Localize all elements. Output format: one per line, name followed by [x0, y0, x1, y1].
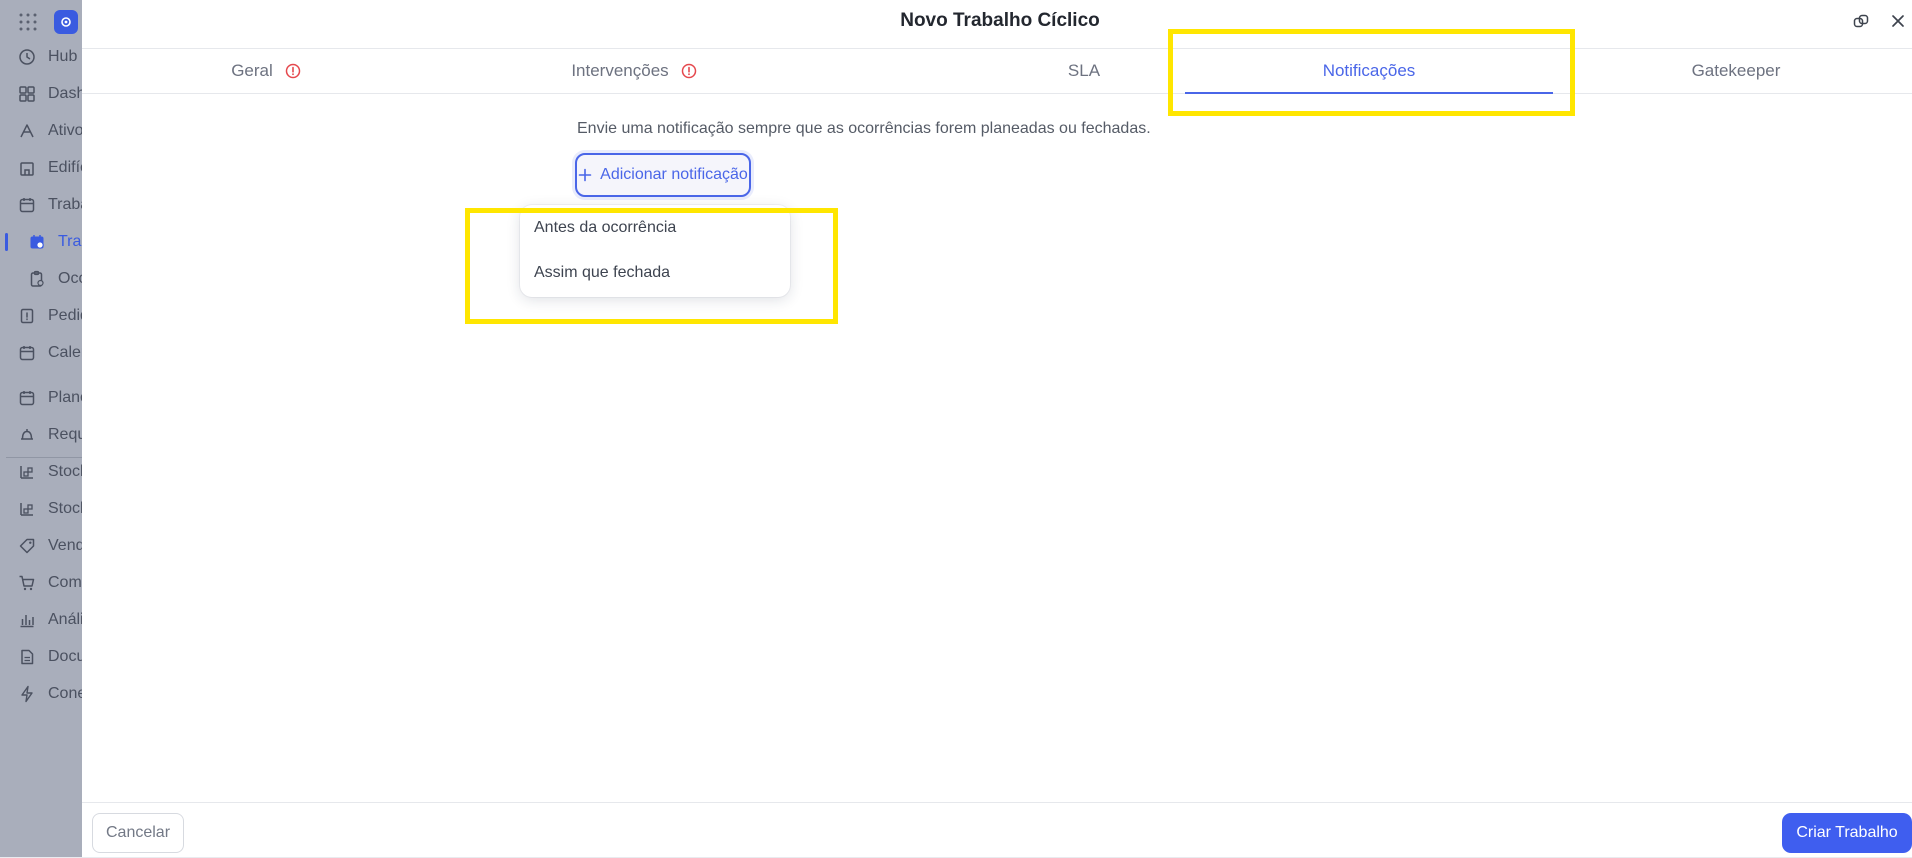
hub-icon [19, 49, 35, 65]
option-when-closed[interactable]: Assim que fechada [520, 251, 790, 295]
sidebar-item-label: Stock [48, 500, 82, 517]
create-job-button[interactable]: Criar Trabalho [1782, 813, 1912, 853]
sidebar-item[interactable]: Ativos [0, 116, 82, 146]
gear-logo-icon [61, 17, 71, 27]
link-icon [1853, 14, 1869, 28]
notifications-description: Envie uma notificação sempre que as ocor… [577, 120, 1151, 137]
sidebar-item[interactable]: Vendas [0, 531, 82, 561]
sidebar-item[interactable]: Planos [0, 383, 82, 413]
modal-header: Novo Trabalho Cíclico [82, 0, 1912, 49]
tab-intervencoes[interactable]: Intervenções [450, 49, 818, 93]
tab-geral[interactable]: Geral [82, 49, 450, 93]
stock-icon [20, 503, 33, 516]
tag-icon [19, 538, 35, 554]
tab-intervencoes-label: Intervenções [571, 61, 669, 80]
sidebar-item[interactable]: Calendário [0, 338, 82, 368]
sidebar-item-label: Planos [48, 389, 82, 406]
sidebar: Hub Dashboards Ativos Edifícios Trabalhos Tra… [0, 0, 82, 857]
sidebar-item-label: Requisições [48, 426, 82, 443]
tab-gatekeeper[interactable]: Gatekeeper [1552, 49, 1912, 93]
close-button[interactable] [1887, 10, 1909, 32]
add-notification-button[interactable]: Adicionar notificação [575, 153, 751, 197]
sidebar-item[interactable]: Stock [0, 494, 82, 524]
modal-footer: Cancelar Criar Trabalho [82, 802, 1912, 858]
tab-geral-label: Geral [231, 61, 273, 80]
sidebar-item-label: Conexões [48, 685, 82, 702]
building-icon [20, 162, 34, 176]
sidebar-item[interactable]: Edifícios [0, 153, 82, 183]
option-before-occurrence[interactable]: Antes da ocorrência [520, 206, 790, 250]
sidebar-item[interactable]: Stock [0, 457, 82, 487]
clipboard-icon [30, 270, 44, 287]
sidebar-item[interactable]: Compras [0, 568, 82, 598]
tab-gatekeeper-label: Gatekeeper [1691, 61, 1781, 80]
sidebar-item-label: Trabalhos [48, 196, 82, 213]
sidebar-item[interactable]: Ocorrências [0, 264, 82, 294]
dashboard-icon [19, 86, 35, 102]
notification-type-menu: Antes da ocorrência Assim que fechada [520, 205, 790, 297]
sidebar-item-label: Dashboards [48, 85, 82, 102]
cart-icon [19, 575, 35, 591]
sidebar-item[interactable]: Requisições [0, 420, 82, 450]
sidebar-item[interactable]: Dashboards [0, 79, 82, 109]
open-external-button[interactable] [1850, 10, 1872, 32]
new-cyclic-job-modal: Novo Trabalho Cíclico Geral Intervenções [82, 0, 1912, 857]
sidebar-item[interactable]: Conexões [0, 679, 82, 709]
sidebar-item-label: Pedidos [48, 307, 82, 324]
sidebar-item-label: Calendário [48, 344, 82, 361]
add-notification-label: Adicionar notificação [600, 166, 748, 183]
plus-icon [578, 168, 592, 182]
sidebar-item[interactable]: Análises [0, 605, 82, 635]
modal-title: Novo Trabalho Cíclico [900, 10, 1100, 31]
calendar-icon [19, 198, 35, 213]
sidebar-item[interactable]: Trabalhos [0, 190, 82, 220]
tab-notificacoes[interactable]: Notificações [1185, 49, 1553, 94]
sidebar-item-label: Hub [48, 48, 78, 65]
sidebar-item-label: Compras [48, 574, 82, 591]
sidebar-item-label: Documentos [48, 648, 82, 665]
stock-icon [20, 466, 33, 479]
bolt-icon [21, 685, 33, 703]
sidebar-top [0, 0, 82, 42]
tab-sla-label: SLA [1067, 61, 1101, 80]
app-logo[interactable] [54, 10, 78, 34]
calendar-cycle-icon [30, 235, 44, 249]
sidebar-item-label: Trabalhos Cíclicos [58, 233, 82, 250]
close-icon [1892, 15, 1904, 27]
sidebar-item-label: Edifícios [48, 159, 82, 176]
document-icon [21, 649, 34, 665]
sidebar-item-label: Análises [48, 611, 82, 628]
tab-bar: Geral Intervenções SLA Notificações Gate… [82, 49, 1912, 94]
sidebar-item[interactable]: Documentos [0, 642, 82, 672]
notifications-panel: Envie uma notificação sempre que as ocor… [82, 94, 1912, 802]
sidebar-item-label: Stock [48, 463, 82, 480]
app-grid-icon[interactable] [19, 13, 37, 31]
sidebar-item[interactable]: Hub [0, 42, 82, 72]
request-icon [20, 308, 34, 324]
tab-notificacoes-label: Notificações [1322, 61, 1416, 80]
sidebar-divider [6, 457, 82, 458]
asset-icon [20, 124, 34, 138]
sidebar-item[interactable]: Trabalhos Cíclicos [0, 227, 82, 257]
cancel-button[interactable]: Cancelar [92, 813, 184, 853]
warning-icon [681, 63, 696, 79]
calendar-icon [19, 346, 35, 361]
sidebar-item-label: Ocorrências [58, 270, 82, 287]
calendar-icon [19, 391, 35, 406]
bell-icon [21, 429, 33, 440]
sidebar-item[interactable]: Pedidos [0, 301, 82, 331]
sidebar-item-label: Ativos [48, 122, 82, 139]
sidebar-item-label: Vendas [48, 537, 82, 554]
warning-icon [285, 63, 301, 79]
chart-icon [20, 615, 34, 628]
